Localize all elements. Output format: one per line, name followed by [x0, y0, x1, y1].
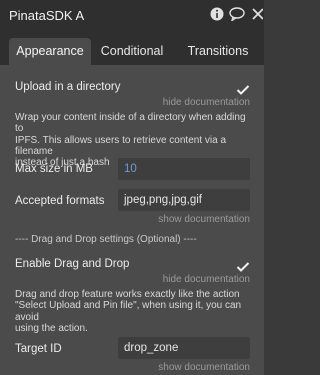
target-id-label: Target ID: [15, 343, 62, 355]
panel-header: PinataSDK A: [0, 0, 264, 33]
target-id-input[interactable]: drop_zone: [118, 337, 250, 359]
enable-drag-drop-label: Enable Drag and Drop: [15, 258, 130, 270]
enable-drag-drop-checkbox[interactable]: [236, 260, 250, 272]
doc-line: Wrap your content inside of a directory …: [15, 112, 246, 135]
max-size-input[interactable]: 10: [118, 158, 250, 180]
close-icon[interactable]: [251, 7, 267, 23]
hide-documentation-link[interactable]: hide documentation: [130, 274, 250, 285]
upload-directory-label: Upload in a directory: [15, 81, 121, 93]
tab-transitions[interactable]: Transitions: [178, 38, 258, 65]
show-documentation-link[interactable]: show documentation: [130, 214, 250, 225]
info-icon[interactable]: [210, 7, 226, 23]
doc-line: IPFS. This allows users to retrieve cont…: [15, 134, 227, 157]
upload-directory-checkbox[interactable]: [236, 83, 250, 95]
tab-conditional[interactable]: Conditional: [96, 38, 168, 65]
accepted-formats-label: Accepted formats: [15, 195, 105, 207]
tab-appearance[interactable]: Appearance: [9, 38, 91, 65]
tab-bar: Appearance Conditional Transitions: [0, 33, 264, 65]
max-size-label: Max size in MB: [15, 163, 93, 175]
enable-drag-drop-doc: Drag and drop feature works exactly like…: [15, 289, 255, 334]
show-documentation-link[interactable]: show documentation: [130, 362, 250, 373]
doc-line: Drag and drop feature works exactly like…: [15, 289, 240, 300]
doc-line: using the action.: [15, 322, 88, 334]
doc-line: "Select Upload and Pin file", when using…: [15, 300, 242, 323]
hide-documentation-link[interactable]: hide documentation: [130, 97, 250, 108]
accepted-formats-input[interactable]: jpeg,png,jpg,gif: [118, 189, 250, 211]
property-panel: Upload in a directory hide documentation…: [0, 65, 264, 375]
panel-scrollbar[interactable]: [260, 65, 264, 375]
comment-icon[interactable]: [229, 7, 245, 23]
panel-title: PinataSDK A: [9, 8, 85, 23]
drag-drop-section-title: ---- Drag and Drop settings (Optional) -…: [15, 234, 197, 245]
